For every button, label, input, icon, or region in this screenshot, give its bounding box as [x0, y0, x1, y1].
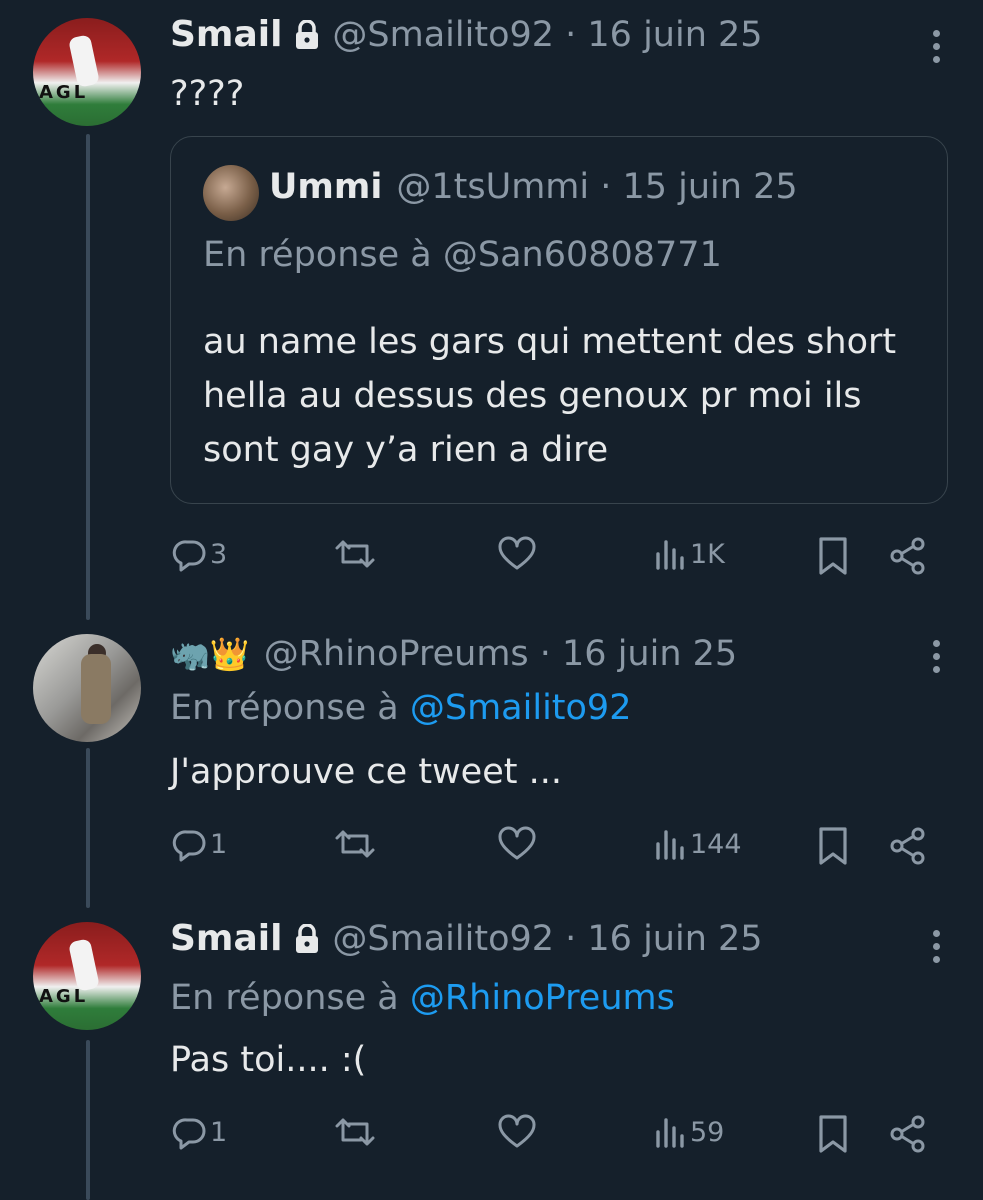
bookmark-icon	[819, 827, 847, 865]
action-bar: 1 59	[170, 1114, 960, 1158]
views-count: 144	[690, 828, 742, 860]
reply-to: En réponse à @Smailito92	[170, 688, 632, 728]
retweet-button[interactable]	[334, 536, 378, 572]
bookmark-icon	[819, 537, 847, 575]
author-name[interactable]: 🦏👑	[170, 635, 250, 673]
views-button[interactable]: 144	[654, 826, 742, 862]
reply-icon	[172, 540, 206, 572]
avatar[interactable]	[33, 634, 141, 742]
mention-link[interactable]: @RhinoPreums	[410, 978, 675, 1018]
reply-count: 3	[210, 538, 228, 570]
thread-line	[86, 748, 90, 908]
retweet-icon	[335, 1118, 375, 1146]
share-button[interactable]	[888, 536, 928, 576]
bookmark-button[interactable]	[816, 1114, 850, 1154]
more-icon[interactable]	[933, 30, 943, 69]
quoted-reply-to: En réponse à @San60808771	[203, 235, 722, 275]
like-icon	[498, 1114, 536, 1148]
tweet-text: Pas toi.... :(	[170, 1040, 367, 1080]
reply-icon	[172, 830, 206, 862]
quoted-author-name: Ummi	[269, 167, 383, 207]
share-icon	[890, 827, 925, 865]
tweet-text: ????	[170, 74, 245, 114]
reply-count: 1	[210, 1116, 228, 1148]
share-icon	[890, 1115, 925, 1153]
mention-link[interactable]: @Smailito92	[410, 688, 632, 728]
bookmark-button[interactable]	[816, 536, 850, 576]
handle-date[interactable]: @Smailito92 · 16 juin 25	[332, 15, 762, 55]
quoted-tweet[interactable]: Ummi @1tsUmmi · 15 juin 25 En réponse à …	[170, 136, 948, 504]
retweet-button[interactable]	[334, 826, 378, 862]
bookmark-button[interactable]	[816, 826, 850, 866]
handle-date[interactable]: @Smailito92 · 16 juin 25	[332, 919, 762, 959]
tweet-text: J'approuve ce tweet ...	[170, 752, 562, 792]
bookmark-icon	[819, 1115, 847, 1153]
like-icon	[498, 826, 536, 860]
share-button[interactable]	[888, 1114, 928, 1154]
reply-count: 1	[210, 828, 228, 860]
lock-icon	[294, 923, 320, 954]
action-bar: 3 1K	[170, 536, 960, 580]
views-icon	[656, 830, 684, 860]
reply-button[interactable]: 1	[172, 1114, 227, 1150]
quoted-text: au name les gars qui mettent des short h…	[203, 322, 897, 470]
lock-icon	[294, 19, 320, 50]
action-bar: 1 144	[170, 826, 960, 870]
avatar	[203, 165, 259, 221]
more-icon[interactable]	[933, 640, 943, 679]
like-button[interactable]	[498, 826, 538, 862]
retweet-icon	[335, 830, 375, 858]
like-button[interactable]	[498, 536, 538, 572]
handle-date[interactable]: @RhinoPreums · 16 juin 25	[264, 634, 738, 674]
share-button[interactable]	[888, 826, 928, 866]
retweet-icon	[335, 540, 375, 568]
retweet-button[interactable]	[334, 1114, 378, 1150]
views-icon	[656, 1118, 684, 1148]
avatar[interactable]: AGL	[33, 922, 141, 1030]
views-count: 59	[690, 1116, 725, 1148]
thread-line	[86, 1040, 90, 1200]
more-icon[interactable]	[933, 930, 943, 969]
author-name[interactable]: Smail	[170, 14, 282, 55]
reply-to: En réponse à @RhinoPreums	[170, 978, 675, 1018]
views-count: 1K	[690, 538, 725, 570]
views-button[interactable]: 59	[654, 1114, 724, 1150]
author-name[interactable]: Smail	[170, 918, 282, 959]
like-icon	[498, 536, 536, 570]
share-icon	[890, 537, 925, 575]
views-icon	[656, 540, 684, 570]
like-button[interactable]	[498, 1114, 538, 1150]
quoted-handle-date: @1tsUmmi · 15 juin 25	[396, 167, 798, 207]
thread-line	[86, 134, 90, 620]
reply-button[interactable]: 1	[172, 826, 227, 862]
views-button[interactable]: 1K	[654, 536, 725, 572]
reply-button[interactable]: 3	[172, 536, 227, 572]
reply-icon	[172, 1118, 206, 1150]
avatar[interactable]: AGL	[33, 18, 141, 126]
